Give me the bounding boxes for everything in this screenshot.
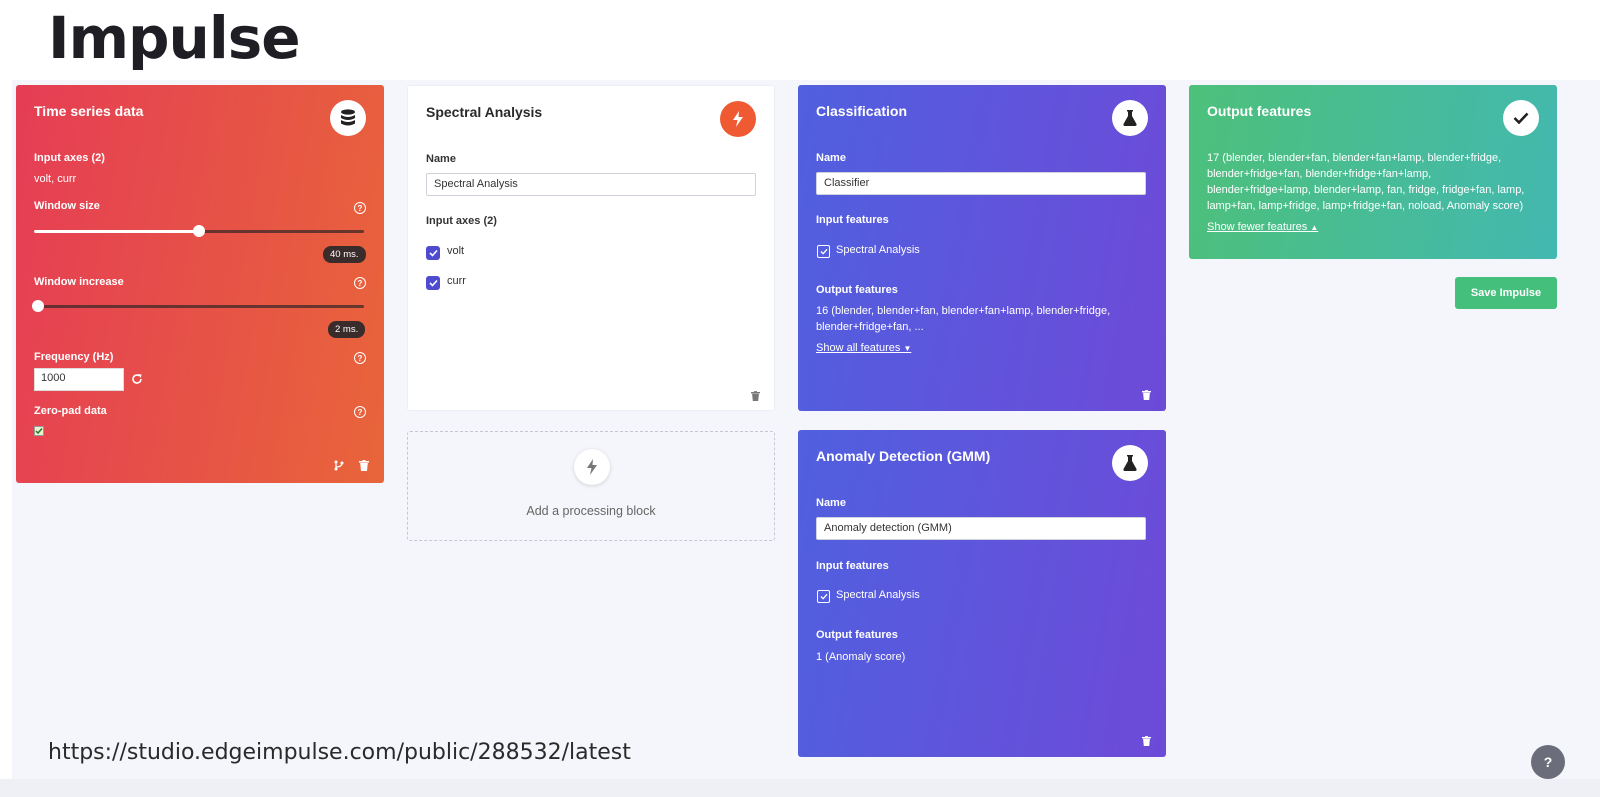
output-features-card: Output features 17 (blender, blender+fan… (1189, 85, 1557, 259)
volt-label: volt (447, 245, 465, 257)
input-features-label: Input features (816, 560, 889, 572)
caret-up-icon: ▲ (1310, 223, 1319, 232)
input-axes-label: Input axes (2) (426, 215, 497, 227)
input-feature-label: Spectral Analysis (836, 589, 920, 601)
trash-icon[interactable] (1142, 733, 1151, 751)
anomaly-detection-card: Anomaly Detection (GMM) Name Anomaly det… (798, 430, 1166, 757)
zero-pad-label: Zero-pad data (34, 405, 107, 417)
output-features-label: Output features (816, 629, 898, 641)
trash-icon[interactable] (359, 458, 369, 476)
curr-label: curr (447, 275, 466, 287)
spectral-name-input[interactable]: Spectral Analysis (426, 173, 756, 196)
name-label: Name (816, 497, 846, 509)
frequency-label: Frequency (Hz) (34, 351, 114, 363)
spectral-analysis-card: Spectral Analysis Name Spectral Analysis… (407, 85, 775, 411)
output-features-line: blender+fridge+fan, ... (816, 321, 924, 333)
add-block-label: Add a processing block (526, 504, 656, 518)
output-features-line: lamp+fan, lamp+fridge, lamp+fridge+fan, … (1207, 200, 1524, 212)
flask-icon (1112, 100, 1148, 136)
curr-checkbox[interactable] (426, 276, 440, 290)
help-icon[interactable]: ? (354, 202, 366, 214)
show-all-features-link[interactable]: Show all features ▼ (816, 342, 911, 354)
volt-checkbox[interactable] (426, 246, 440, 260)
help-icon[interactable]: ? (354, 352, 366, 364)
help-icon[interactable]: ? (354, 277, 366, 289)
bottom-bar (0, 779, 1600, 797)
page-url: https://studio.edgeimpulse.com/public/28… (48, 740, 631, 765)
flask-icon (1112, 445, 1148, 481)
help-icon[interactable]: ? (354, 406, 366, 418)
frequency-input[interactable]: 1000 (34, 368, 124, 391)
time-series-title: Time series data (34, 103, 144, 119)
window-size-slider[interactable] (34, 225, 364, 237)
output-features-title: Output features (1207, 103, 1312, 119)
input-features-label: Input features (816, 214, 889, 226)
window-increase-value: 2 ms. (328, 321, 366, 338)
input-feature-label: Spectral Analysis (836, 244, 920, 256)
help-button[interactable]: ? (1531, 745, 1565, 779)
window-size-value: 40 ms. (323, 246, 366, 263)
window-increase-slider-handle[interactable] (32, 300, 44, 312)
checkmark-icon (1503, 100, 1539, 136)
classification-card: Classification Name Classifier Input fea… (798, 85, 1166, 411)
output-features-line: blender+fridge+lamp, blender+lamp, fan, … (1207, 184, 1525, 196)
output-features-value: 1 (Anomaly score) (816, 651, 906, 663)
spectral-analysis-title: Spectral Analysis (426, 104, 543, 120)
database-icon (330, 100, 366, 136)
caret-down-icon: ▼ (903, 344, 912, 353)
window-increase-label: Window increase (34, 276, 124, 288)
time-series-card: Time series data Input axes (2) volt, cu… (16, 85, 384, 483)
trash-icon[interactable] (751, 388, 760, 406)
spectral-feature-checkbox[interactable] (817, 245, 830, 258)
branch-icon[interactable] (334, 458, 344, 476)
page-title: Impulse (48, 4, 301, 72)
window-size-slider-handle[interactable] (193, 225, 205, 237)
lightning-icon (720, 101, 756, 137)
zero-pad-checkbox[interactable] (34, 426, 44, 436)
lightning-icon (574, 449, 610, 485)
help-icon: ? (1543, 754, 1553, 770)
input-axes-label: Input axes (2) (34, 152, 105, 164)
output-features-line: 17 (blender, blender+fan, blender+fan+la… (1207, 152, 1502, 164)
trash-icon[interactable] (1142, 387, 1151, 405)
classification-title: Classification (816, 103, 908, 119)
window-size-slider-fill (34, 230, 199, 233)
spectral-feature-checkbox[interactable] (817, 590, 830, 603)
refresh-icon[interactable] (131, 372, 143, 390)
window-increase-slider[interactable] (32, 300, 364, 312)
anomaly-name-input[interactable]: Anomaly detection (GMM) (816, 517, 1146, 540)
output-features-label: Output features (816, 284, 898, 296)
classifier-name-input[interactable]: Classifier (816, 172, 1146, 195)
input-axes-value: volt, curr (34, 173, 77, 185)
output-features-line: 16 (blender, blender+fan, blender+fan+la… (816, 305, 1111, 317)
output-features-line: blender+fridge+fan, blender+fridge+fan+l… (1207, 168, 1432, 180)
add-processing-block[interactable]: Add a processing block (407, 431, 775, 541)
save-impulse-button[interactable]: Save Impulse (1455, 277, 1557, 309)
anomaly-detection-title: Anomaly Detection (GMM) (816, 448, 991, 464)
name-label: Name (816, 152, 846, 164)
show-fewer-features-link[interactable]: Show fewer features ▲ (1207, 221, 1318, 233)
name-label: Name (426, 153, 456, 165)
window-size-label: Window size (34, 200, 100, 212)
